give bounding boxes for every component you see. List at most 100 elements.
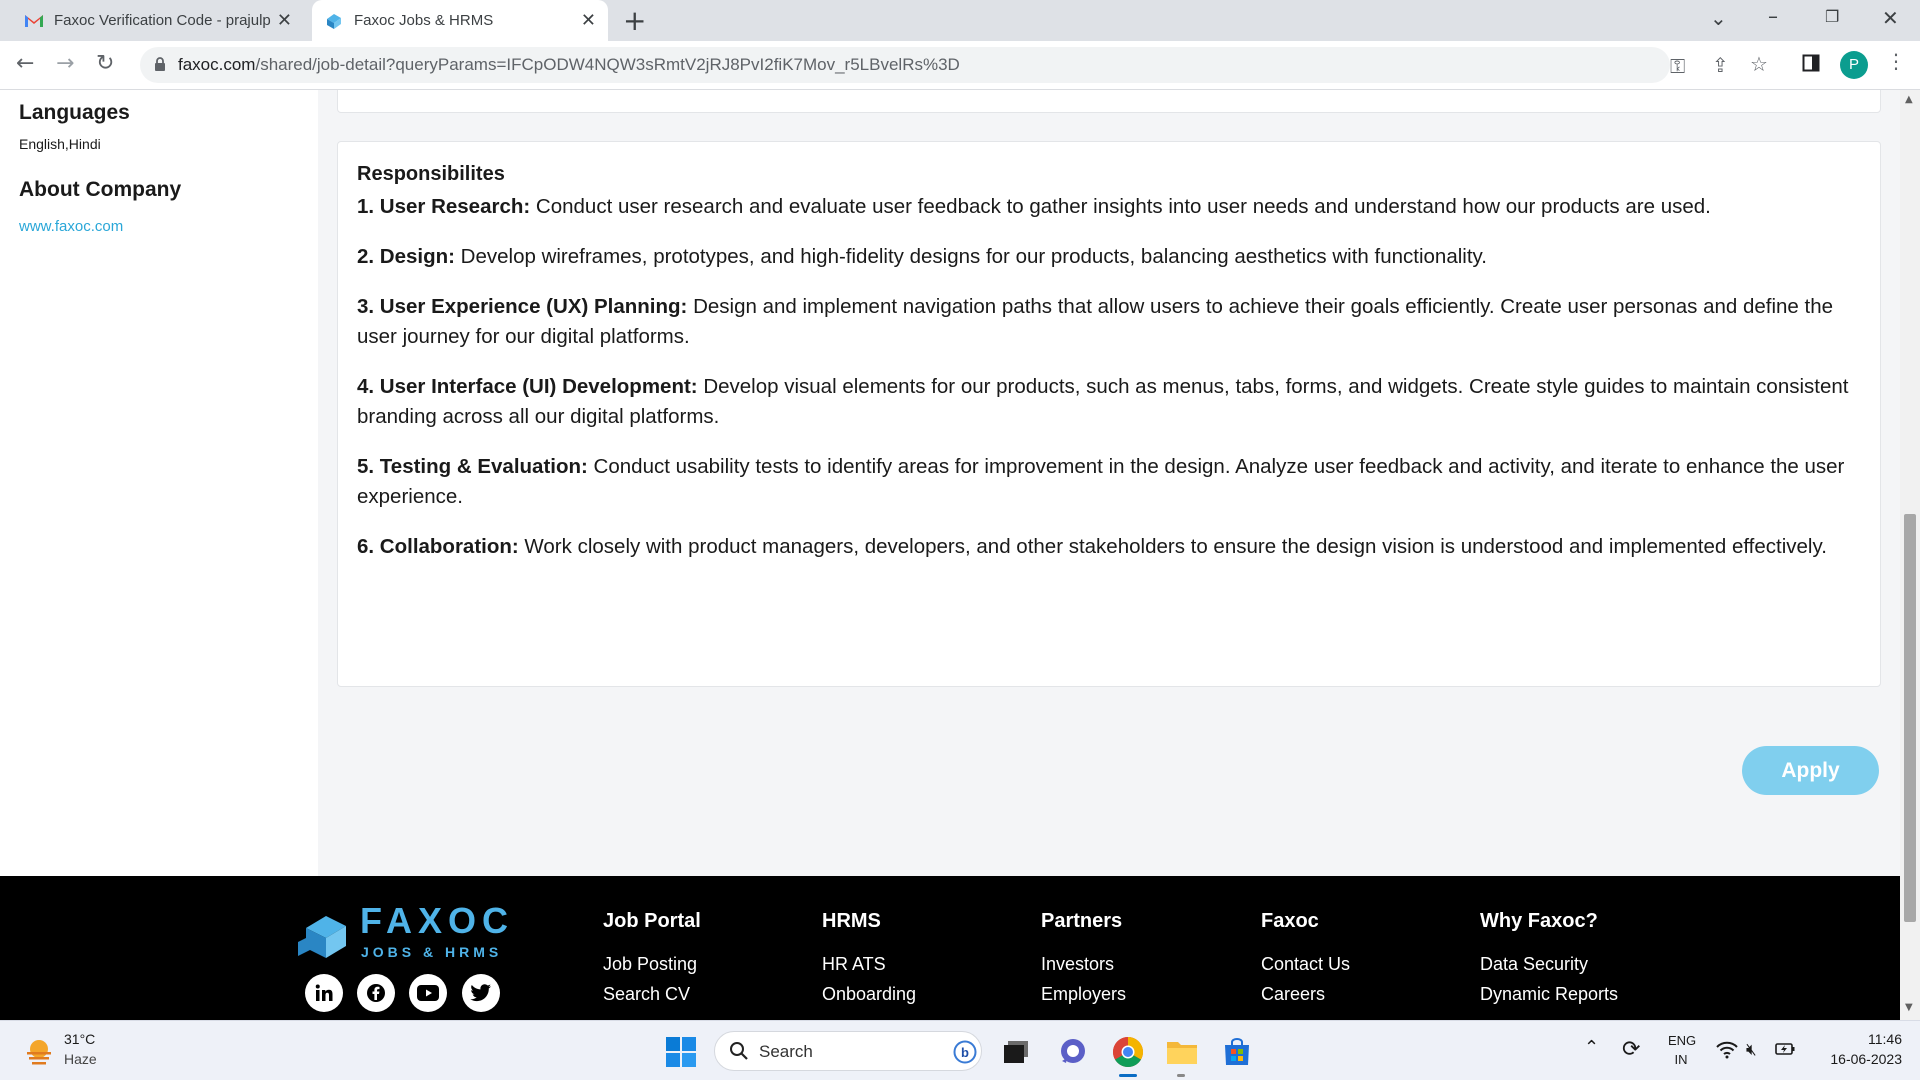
about-company-heading: About Company [19, 178, 182, 201]
chrome-icon[interactable] [1112, 1036, 1144, 1072]
footer-link[interactable]: Dynamic Reports [1480, 984, 1618, 1005]
gmail-icon [24, 13, 44, 28]
faxoc-icon [324, 11, 344, 31]
footer-heading: Faxoc [1261, 910, 1319, 932]
volume-muted-icon[interactable]: 🔇︎ [1746, 1040, 1757, 1060]
linkedin-icon[interactable] [305, 974, 343, 1012]
tab-title: Faxoc Verification Code - prajulp [54, 12, 271, 29]
item-label: 3. User Experience (UX) Planning: [357, 295, 688, 318]
footer-tagline: JOBS & HRMS [361, 944, 503, 960]
page-scrollbar[interactable]: ▲ ▼ [1900, 90, 1920, 1020]
item-label: 6. Collaboration: [357, 535, 519, 558]
item-label: 5. Testing & Evaluation: [357, 455, 588, 478]
item-text: Work closely with product managers, deve… [518, 535, 1827, 558]
active-app-indicator [1119, 1074, 1137, 1077]
item-label: 1. User Research: [357, 195, 531, 218]
list-item: 4. User Interface (UI) Development: Deve… [357, 372, 1867, 432]
key-icon[interactable]: ⚿ [1670, 54, 1685, 78]
footer-link[interactable]: Employers [1041, 984, 1126, 1005]
footer-heading: Why Faxoc? [1480, 910, 1598, 932]
windows-start-icon[interactable] [666, 1037, 696, 1071]
previous-section-card [337, 90, 1881, 113]
forward-arrow-icon[interactable]: → [56, 51, 74, 76]
wifi-icon[interactable] [1716, 1041, 1738, 1063]
scroll-down-icon[interactable]: ▼ [1905, 1002, 1913, 1013]
languages-heading: Languages [19, 101, 130, 124]
item-label: 2. Design: [357, 245, 455, 268]
browser-tab-strip: Faxoc Verification Code - prajulp ✕ Faxo… [0, 0, 1920, 41]
list-item: 1. User Research: Conduct user research … [357, 192, 1867, 222]
footer-link[interactable]: Careers [1261, 984, 1325, 1005]
company-website-link[interactable]: www.faxoc.com [19, 218, 123, 235]
faxoc-logo-icon [298, 916, 346, 958]
item-text: Conduct user research and evaluate user … [530, 195, 1711, 218]
teams-chat-icon[interactable] [1058, 1037, 1088, 1071]
svg-text:b: b [961, 1045, 969, 1060]
haze-weather-icon [24, 1037, 54, 1069]
tab-faxoc[interactable]: Faxoc Jobs & HRMS ✕ [312, 0, 608, 41]
clock-time[interactable]: 11:46 [1810, 1031, 1902, 1047]
footer-link[interactable]: Investors [1041, 954, 1114, 975]
list-item: 5. Testing & Evaluation: Conduct usabili… [357, 452, 1867, 512]
page-content: Languages English,Hindi About Company ww… [0, 90, 1900, 1020]
scroll-up-icon[interactable]: ▲ [1905, 94, 1913, 105]
scrollbar-thumb[interactable] [1904, 514, 1916, 922]
search-icon [729, 1041, 749, 1065]
item-label: 4. User Interface (UI) Development: [357, 375, 698, 398]
more-menu-icon[interactable]: ⋮ [1886, 49, 1906, 73]
chevron-up-icon[interactable]: ⌃ [1584, 1037, 1599, 1058]
windows-taskbar: 31°C Haze Search b ⌃ ⟳ ENG IN 🔇︎ 11:46 1… [0, 1020, 1920, 1080]
footer-brand: FAXOC [360, 900, 515, 941]
close-icon[interactable]: ✕ [581, 10, 596, 31]
lock-icon [154, 56, 166, 76]
list-item: 3. User Experience (UX) Planning: Design… [357, 292, 1867, 352]
tab-title: Faxoc Jobs & HRMS [354, 12, 494, 29]
file-explorer-icon[interactable] [1166, 1038, 1198, 1070]
profile-avatar[interactable]: P [1840, 51, 1868, 79]
clock-date[interactable]: 16-06-2023 [1810, 1051, 1902, 1067]
responsibilities-card: Responsibilites 1. User Research: Conduc… [337, 141, 1881, 687]
tab-gmail[interactable]: Faxoc Verification Code - prajulp ✕ [14, 0, 304, 41]
reload-icon[interactable]: ↻ [96, 51, 114, 76]
minimize-icon[interactable]: – [1768, 4, 1778, 28]
footer-heading: Partners [1041, 910, 1123, 932]
chevron-down-icon[interactable]: ⌄ [1710, 6, 1727, 30]
taskbar-search[interactable]: Search b [714, 1031, 982, 1071]
language-indicator[interactable]: ENG [1668, 1033, 1696, 1048]
footer-link[interactable]: Data Security [1480, 954, 1588, 975]
twitter-icon[interactable] [462, 974, 500, 1012]
weather-status: Haze [64, 1051, 97, 1067]
close-icon[interactable]: ✕ [277, 10, 292, 31]
footer-link[interactable]: Search CV [603, 984, 690, 1005]
footer-link[interactable]: Onboarding [822, 984, 916, 1005]
share-icon[interactable]: ⇪ [1712, 53, 1729, 77]
footer-link[interactable]: Job Posting [603, 954, 697, 975]
task-view-icon[interactable] [1002, 1039, 1030, 1069]
footer-link[interactable]: Contact Us [1261, 954, 1350, 975]
bing-icon: b [953, 1040, 977, 1068]
youtube-icon[interactable] [409, 974, 447, 1012]
restore-icon[interactable]: ❐ [1825, 7, 1839, 26]
item-text: Develop wireframes, prototypes, and high… [454, 245, 1487, 268]
url-text: faxoc.com/shared/job-detail?queryParams=… [178, 55, 960, 75]
battery-icon[interactable] [1774, 1040, 1796, 1062]
responsibilities-title: Responsibilites [357, 163, 505, 185]
window-close-icon[interactable]: ✕ [1882, 6, 1899, 30]
microsoft-store-icon[interactable] [1222, 1037, 1252, 1071]
side-panel-icon[interactable] [1802, 53, 1820, 77]
facebook-icon[interactable] [357, 974, 395, 1012]
sync-icon[interactable]: ⟳ [1622, 1037, 1640, 1062]
address-bar[interactable]: faxoc.com/shared/job-detail?queryParams=… [140, 47, 1768, 83]
list-item: 6. Collaboration: Work closely with prod… [357, 532, 1867, 562]
open-app-indicator [1177, 1074, 1185, 1077]
job-sidebar: Languages English,Hindi About Company ww… [0, 90, 318, 876]
star-icon[interactable]: ☆ [1750, 52, 1768, 76]
apply-button[interactable]: Apply [1742, 746, 1879, 795]
region-indicator[interactable]: IN [1668, 1052, 1694, 1067]
footer-link[interactable]: HR ATS [822, 954, 886, 975]
weather-temperature: 31°C [64, 1031, 96, 1047]
url-path: /shared/job-detail?queryParams=IFCpODW4N… [255, 55, 960, 74]
back-arrow-icon[interactable]: ← [16, 51, 34, 76]
new-tab-icon[interactable]: + [623, 4, 646, 37]
browser-toolbar: ← → ↻ faxoc.com/shared/job-detail?queryP… [0, 41, 1920, 90]
